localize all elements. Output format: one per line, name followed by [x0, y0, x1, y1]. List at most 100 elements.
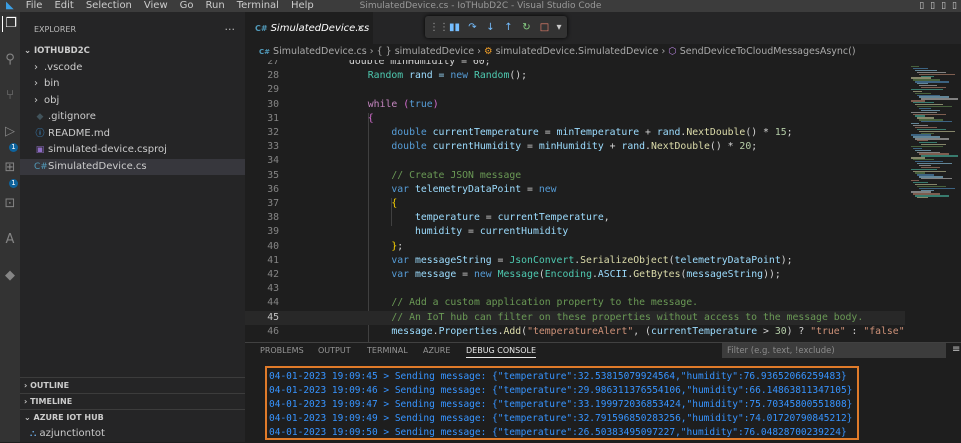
- code-text: var message = new Message(Encoding.ASCII…: [297, 268, 781, 282]
- tab-terminal[interactable]: TERMINAL: [367, 346, 408, 355]
- chevron-right-icon: ›: [370, 46, 377, 57]
- pause-icon[interactable]: ▮▮: [447, 22, 462, 33]
- timeline-section[interactable]: › TIMELINE: [20, 393, 245, 409]
- breadcrumb-file[interactable]: SimulatedDevice.cs: [273, 46, 367, 57]
- code-token: =: [521, 184, 539, 195]
- chevron-right-icon: ›: [34, 60, 44, 77]
- toggle-sidebar-icon[interactable]: ▯: [919, 0, 924, 12]
- code-token: double: [391, 127, 426, 138]
- workspace-root-label: IOTHUBD2C: [34, 46, 90, 56]
- code-token: SerializeObject: [580, 255, 668, 266]
- code-token: 30: [775, 326, 787, 337]
- menu-edit[interactable]: Edit: [48, 0, 79, 12]
- code-token: ;: [397, 241, 403, 252]
- toggle-secondary-sidebar-icon[interactable]: ▯: [941, 0, 946, 12]
- tree-folder[interactable]: ›bin: [20, 76, 245, 93]
- tree-file[interactable]: ◆.gitignore: [20, 109, 245, 126]
- step-over-icon[interactable]: ↷: [465, 22, 480, 33]
- code-token: true: [409, 99, 433, 110]
- code-token: currentHumidity: [427, 141, 521, 152]
- workspace-root[interactable]: ⌄IOTHUBD2C: [20, 43, 245, 60]
- breadcrumb-class[interactable]: simulatedDevice.SimulatedDevice: [496, 46, 659, 57]
- menu-vscode-icon[interactable]: ◣: [0, 0, 20, 12]
- code-token: "temperatureAlert": [527, 326, 633, 337]
- run-debug-icon[interactable]: ▷: [2, 124, 18, 140]
- code-text: while (true): [297, 98, 439, 112]
- restart-icon[interactable]: ↻: [519, 22, 534, 33]
- line-number: 35: [245, 169, 279, 183]
- tab-simulateddevice[interactable]: C#SimulatedDevice.cs ×: [245, 12, 373, 44]
- code-text: {: [297, 197, 397, 211]
- menu-terminal[interactable]: Terminal: [231, 0, 285, 12]
- line-number: 40: [245, 240, 279, 254]
- chevron-down-icon[interactable]: ▾: [555, 22, 563, 33]
- panel-menu-icon[interactable]: ≡: [952, 344, 960, 355]
- line-number: 27: [245, 60, 279, 69]
- tab-debug-console[interactable]: DEBUG CONSOLE: [466, 346, 536, 358]
- remote-explorer-icon[interactable]: ⊡: [2, 196, 18, 212]
- explorer-header: EXPLORER ···: [20, 12, 245, 40]
- extensions-icon[interactable]: ⊞: [2, 160, 18, 176]
- menu-run[interactable]: Run: [200, 0, 231, 12]
- toggle-panel-icon[interactable]: ▯: [930, 0, 935, 12]
- menu-help[interactable]: Help: [285, 0, 320, 12]
- code-text: // Create JSON message: [297, 169, 521, 183]
- tree-folder[interactable]: ›obj: [20, 93, 245, 110]
- step-out-icon[interactable]: ↑: [501, 22, 516, 33]
- menu-view[interactable]: View: [138, 0, 174, 12]
- chevron-right-icon: ›: [24, 381, 27, 390]
- code-line: 36 var telemetryDataPoint = new: [245, 183, 905, 197]
- code-token: ;: [787, 127, 793, 138]
- search-icon[interactable]: ⚲: [2, 52, 18, 68]
- drag-handle-icon[interactable]: ⋮⋮: [429, 22, 444, 33]
- code-token: {: [391, 198, 397, 209]
- code-token: [297, 198, 391, 209]
- tree-file[interactable]: C#SimulatedDevice.cs: [20, 159, 245, 176]
- code-token: ASCII: [598, 269, 628, 280]
- tree-file[interactable]: ▣simulated-device.csproj: [20, 142, 245, 159]
- tab-output[interactable]: OUTPUT: [318, 346, 351, 355]
- tree-file[interactable]: ⓘREADME.md: [20, 126, 245, 143]
- azure-icon[interactable]: A: [2, 232, 18, 248]
- code-line: 41 var messageString = JsonConvert.Seria…: [245, 254, 905, 268]
- menu-go[interactable]: Go: [174, 0, 200, 12]
- minimap-line: [917, 197, 928, 198]
- breadcrumb-namespace[interactable]: { } simulatedDevice: [377, 46, 475, 57]
- tab-problems[interactable]: PROBLEMS: [260, 346, 304, 355]
- code-text: };: [297, 240, 403, 254]
- code-token: "true": [810, 326, 845, 337]
- minimap[interactable]: [911, 60, 961, 342]
- stop-icon[interactable]: □: [537, 22, 552, 33]
- line-number: 29: [245, 83, 279, 97]
- debug-console-output[interactable]: 04-01-2023 19:09:45 > Sending message: {…: [265, 366, 859, 440]
- outline-section[interactable]: › OUTLINE: [20, 377, 245, 393]
- iot-hub-item[interactable]: ⛬ azjunctiontot: [20, 426, 255, 443]
- explorer-icon[interactable]: ❐: [2, 16, 19, 32]
- line-number: 36: [245, 183, 279, 197]
- breadcrumb-method[interactable]: SendDeviceToCloudMessagesAsync(): [680, 46, 856, 57]
- tab-azure[interactable]: AZURE: [423, 346, 450, 355]
- docker-icon[interactable]: ◆: [2, 268, 18, 284]
- menu-file[interactable]: File: [20, 0, 49, 12]
- customize-layout-icon[interactable]: ▯: [952, 0, 957, 12]
- title-bar: SimulatedDevice.cs - IoTHubD2C - Visual …: [0, 0, 961, 12]
- code-token: message: [391, 326, 432, 337]
- code-editor[interactable]: 27 double minHumidity = 60;28 Random ran…: [245, 60, 905, 342]
- close-icon[interactable]: ×: [357, 12, 365, 46]
- chevron-down-icon: ⌄: [24, 413, 31, 422]
- console-filter-input[interactable]: [722, 343, 946, 358]
- code-token: telemetryDataPoint: [675, 255, 781, 266]
- code-line: 38 temperature = currentTemperature,: [245, 211, 905, 225]
- tree-item-label: bin: [44, 78, 59, 89]
- step-into-icon[interactable]: ↓: [483, 22, 498, 33]
- code-text: // Add a custom application property to …: [297, 296, 698, 310]
- tree-folder[interactable]: ›.vscode: [20, 60, 245, 77]
- console-line: 04-01-2023 19:09:47 > Sending message: {…: [269, 398, 852, 412]
- azure-iot-hub-section[interactable]: ⌄ AZURE IOT HUB: [20, 409, 245, 425]
- code-token: messageString: [686, 269, 763, 280]
- minimap-line: [921, 98, 958, 99]
- code-token: NextDouble: [686, 127, 745, 138]
- menu-selection[interactable]: Selection: [80, 0, 138, 12]
- source-control-icon[interactable]: ⑂: [2, 88, 18, 104]
- panel-tabs: PROBLEMS OUTPUT TERMINAL AZURE DEBUG CON…: [245, 343, 961, 359]
